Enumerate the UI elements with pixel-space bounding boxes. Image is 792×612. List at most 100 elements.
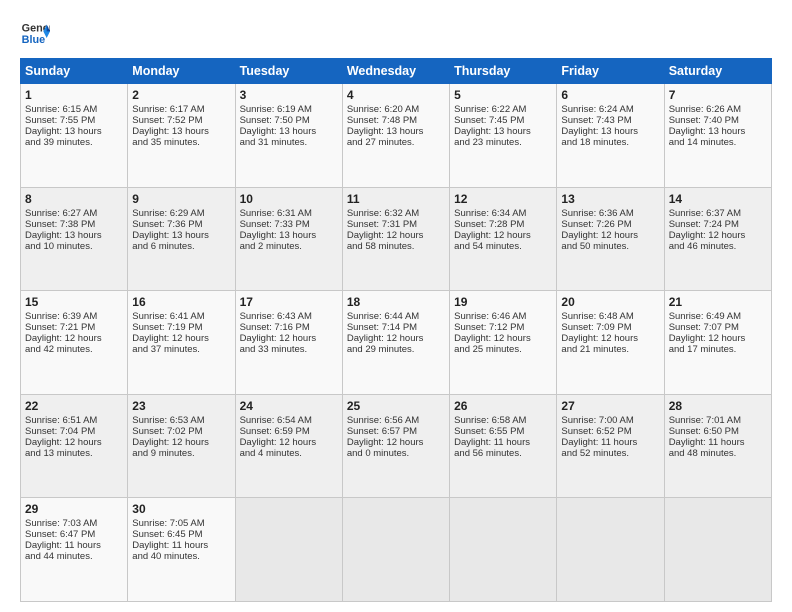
daylight-minutes: and 13 minutes. <box>25 448 93 459</box>
sunset-text: Sunset: 6:55 PM <box>454 426 524 437</box>
daylight-label: Daylight: 13 hours <box>25 126 102 137</box>
sunrise-text: Sunrise: 6:51 AM <box>25 415 97 426</box>
daylight-label: Daylight: 13 hours <box>25 230 102 241</box>
sunset-text: Sunset: 7:16 PM <box>240 322 310 333</box>
day-number: 17 <box>240 295 338 309</box>
daylight-label: Daylight: 12 hours <box>347 333 424 344</box>
calendar-cell: 4Sunrise: 6:20 AMSunset: 7:48 PMDaylight… <box>342 84 449 188</box>
day-number: 12 <box>454 192 552 206</box>
daylight-minutes: and 42 minutes. <box>25 344 93 355</box>
sunset-text: Sunset: 7:26 PM <box>561 219 631 230</box>
sunset-text: Sunset: 7:12 PM <box>454 322 524 333</box>
calendar-cell: 8Sunrise: 6:27 AMSunset: 7:38 PMDaylight… <box>21 187 128 291</box>
day-number: 4 <box>347 88 445 102</box>
sunset-text: Sunset: 7:14 PM <box>347 322 417 333</box>
daylight-minutes: and 40 minutes. <box>132 551 200 562</box>
daylight-label: Daylight: 13 hours <box>132 126 209 137</box>
daylight-minutes: and 2 minutes. <box>240 241 302 252</box>
calendar-cell: 5Sunrise: 6:22 AMSunset: 7:45 PMDaylight… <box>450 84 557 188</box>
calendar-header: SundayMondayTuesdayWednesdayThursdayFrid… <box>21 59 772 84</box>
weekday-thursday: Thursday <box>450 59 557 84</box>
sunset-text: Sunset: 7:21 PM <box>25 322 95 333</box>
calendar-cell <box>664 498 771 602</box>
day-number: 20 <box>561 295 659 309</box>
sunset-text: Sunset: 7:55 PM <box>25 115 95 126</box>
sunrise-text: Sunrise: 6:58 AM <box>454 415 526 426</box>
calendar-cell: 27Sunrise: 7:00 AMSunset: 6:52 PMDayligh… <box>557 394 664 498</box>
sunrise-text: Sunrise: 6:48 AM <box>561 311 633 322</box>
sunset-text: Sunset: 7:48 PM <box>347 115 417 126</box>
calendar-cell: 1Sunrise: 6:15 AMSunset: 7:55 PMDaylight… <box>21 84 128 188</box>
sunset-text: Sunset: 7:33 PM <box>240 219 310 230</box>
day-number: 11 <box>347 192 445 206</box>
daylight-minutes: and 17 minutes. <box>669 344 737 355</box>
sunrise-text: Sunrise: 6:29 AM <box>132 208 204 219</box>
sunset-text: Sunset: 7:28 PM <box>454 219 524 230</box>
sunrise-text: Sunrise: 6:31 AM <box>240 208 312 219</box>
daylight-label: Daylight: 11 hours <box>132 540 208 551</box>
sunrise-text: Sunrise: 6:54 AM <box>240 415 312 426</box>
daylight-label: Daylight: 12 hours <box>240 437 317 448</box>
daylight-label: Daylight: 11 hours <box>25 540 101 551</box>
daylight-minutes: and 37 minutes. <box>132 344 200 355</box>
calendar-cell: 12 Sunrise: 6:34 AMSunset: 7:28 PMDayligh… <box>450 187 557 291</box>
daylight-minutes: and 50 minutes. <box>561 241 629 252</box>
sunrise-text: Sunrise: 6:53 AM <box>132 415 204 426</box>
calendar-cell: 7Sunrise: 6:26 AMSunset: 7:40 PMDaylight… <box>664 84 771 188</box>
calendar-body: 1Sunrise: 6:15 AMSunset: 7:55 PMDaylight… <box>21 84 772 602</box>
sunrise-text: Sunrise: 6:27 AM <box>25 208 97 219</box>
daylight-label: Daylight: 13 hours <box>561 126 638 137</box>
day-number: 1 <box>25 88 123 102</box>
calendar-cell: 17Sunrise: 6:43 AMSunset: 7:16 PMDayligh… <box>235 291 342 395</box>
calendar-cell: 15Sunrise: 6:39 AMSunset: 7:21 PMDayligh… <box>21 291 128 395</box>
calendar-cell <box>450 498 557 602</box>
daylight-label: Daylight: 12 hours <box>347 230 424 241</box>
sunrise-text: Sunrise: 6:34 AM <box>454 208 526 219</box>
header: General Blue <box>20 18 772 48</box>
sunrise-text: Sunrise: 6:44 AM <box>347 311 419 322</box>
day-number: 30 <box>132 502 230 516</box>
sunrise-text: Sunrise: 6:49 AM <box>669 311 741 322</box>
daylight-minutes: and 10 minutes. <box>25 241 93 252</box>
daylight-label: Daylight: 11 hours <box>454 437 530 448</box>
daylight-label: Daylight: 13 hours <box>669 126 746 137</box>
sunrise-text: Sunrise: 6:26 AM <box>669 104 741 115</box>
calendar-cell: 21Sunrise: 6:49 AMSunset: 7:07 PMDayligh… <box>664 291 771 395</box>
day-number: 25 <box>347 399 445 413</box>
calendar-cell: 19Sunrise: 6:46 AMSunset: 7:12 PMDayligh… <box>450 291 557 395</box>
daylight-minutes: and 9 minutes. <box>132 448 194 459</box>
week-row-1: 1Sunrise: 6:15 AMSunset: 7:55 PMDaylight… <box>21 84 772 188</box>
daylight-label: Daylight: 12 hours <box>669 333 746 344</box>
sunrise-text: Sunrise: 6:17 AM <box>132 104 204 115</box>
sunset-text: Sunset: 6:47 PM <box>25 529 95 540</box>
weekday-tuesday: Tuesday <box>235 59 342 84</box>
daylight-minutes: and 46 minutes. <box>669 241 737 252</box>
daylight-minutes: and 21 minutes. <box>561 344 629 355</box>
calendar-cell: 13Sunrise: 6:36 AMSunset: 7:26 PMDayligh… <box>557 187 664 291</box>
day-number: 6 <box>561 88 659 102</box>
sunset-text: Sunset: 7:50 PM <box>240 115 310 126</box>
day-number: 8 <box>25 192 123 206</box>
calendar-cell: 3Sunrise: 6:19 AMSunset: 7:50 PMDaylight… <box>235 84 342 188</box>
daylight-label: Daylight: 11 hours <box>561 437 637 448</box>
calendar: SundayMondayTuesdayWednesdayThursdayFrid… <box>20 58 772 602</box>
daylight-label: Daylight: 12 hours <box>454 230 531 241</box>
daylight-label: Daylight: 13 hours <box>240 126 317 137</box>
sunset-text: Sunset: 7:40 PM <box>669 115 739 126</box>
page: General Blue SundayMondayTuesdayWednesda… <box>0 0 792 612</box>
daylight-minutes: and 29 minutes. <box>347 344 415 355</box>
sunrise-text: Sunrise: 7:00 AM <box>561 415 633 426</box>
day-number: 5 <box>454 88 552 102</box>
daylight-minutes: and 48 minutes. <box>669 448 737 459</box>
day-number: 9 <box>132 192 230 206</box>
calendar-cell: 20Sunrise: 6:48 AMSunset: 7:09 PMDayligh… <box>557 291 664 395</box>
daylight-label: Daylight: 13 hours <box>240 230 317 241</box>
daylight-minutes: and 6 minutes. <box>132 241 194 252</box>
calendar-cell: 11Sunrise: 6:32 AMSunset: 7:31 PMDayligh… <box>342 187 449 291</box>
sunset-text: Sunset: 6:59 PM <box>240 426 310 437</box>
daylight-label: Daylight: 11 hours <box>669 437 745 448</box>
sunrise-text: Sunrise: 6:46 AM <box>454 311 526 322</box>
weekday-sunday: Sunday <box>21 59 128 84</box>
sunrise-text: Sunrise: 6:22 AM <box>454 104 526 115</box>
sunset-text: Sunset: 7:04 PM <box>25 426 95 437</box>
